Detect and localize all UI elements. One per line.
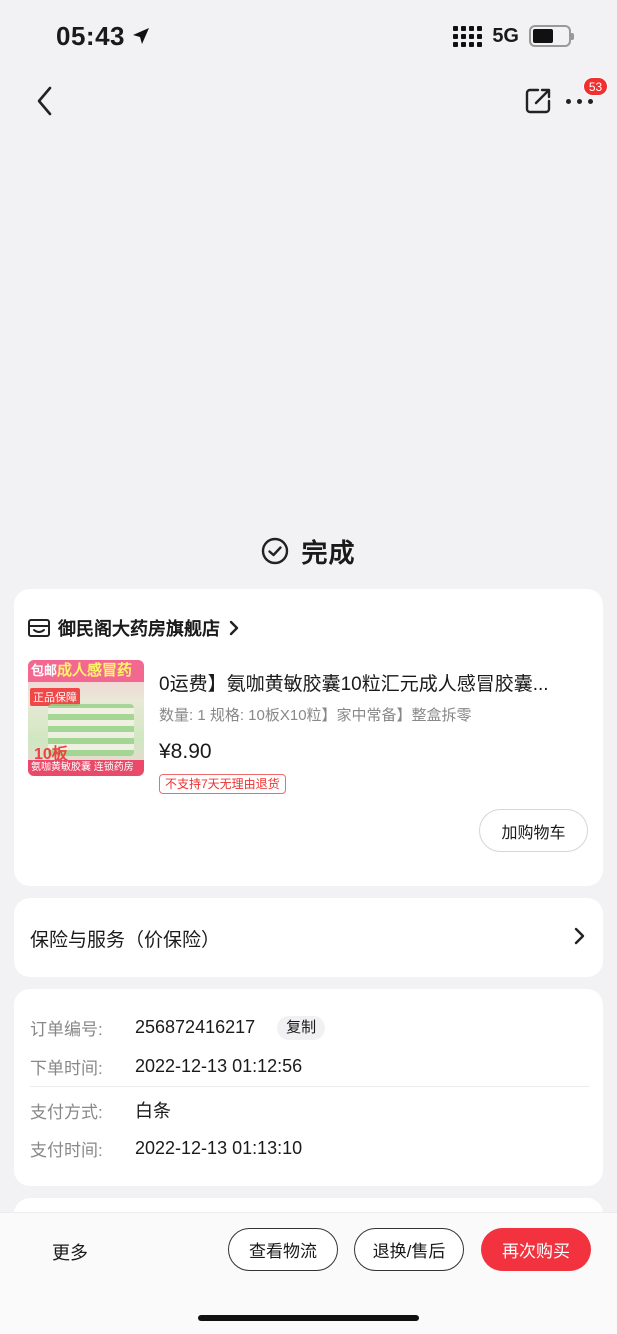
more-dots-icon — [566, 98, 571, 104]
return-policy-tag: 不支持7天无理由退货 — [159, 774, 286, 794]
buy-again-button[interactable]: 再次购买 — [481, 1228, 591, 1271]
view-logistics-button[interactable]: 查看物流 — [228, 1228, 338, 1271]
bottom-action-bar: 更多 查看物流 退换/售后 再次购买 — [0, 1212, 617, 1334]
return-aftersale-button[interactable]: 退换/售后 — [354, 1228, 464, 1271]
chevron-right-icon — [229, 620, 239, 636]
order-time-value: 2022-12-13 01:12:56 — [135, 1056, 303, 1076]
product-title[interactable]: 0运费】氨咖黄敏胶囊10粒汇元成人感冒胶囊... — [159, 669, 589, 696]
home-indicator[interactable] — [198, 1315, 419, 1321]
payment-method-value: 白条 — [135, 1101, 171, 1121]
product-card: 御民阁大药房旗舰店 包邮成人感冒药 正品保障 10板 氨咖黄敏胶囊 连锁药房 0… — [14, 589, 603, 886]
thumb-top-banner: 包邮成人感冒药 — [28, 660, 144, 682]
divider — [30, 1086, 589, 1087]
battery-icon — [529, 25, 574, 47]
payment-time-key: 支付时间: — [30, 1141, 103, 1160]
order-number-key: 订单编号: — [30, 1020, 103, 1039]
insurance-row[interactable]: 保险与服务（价保险） — [14, 898, 603, 977]
insurance-label: 保险与服务（价保险） — [30, 930, 221, 951]
order-time-row: 下单时间: 2022-12-13 01:12:56 — [30, 1054, 302, 1079]
order-time-key: 下单时间: — [30, 1059, 103, 1078]
product-price: ¥8.90 — [159, 740, 212, 763]
copy-button[interactable]: 复制 — [277, 1015, 326, 1040]
order-number-value: 256872416217 — [135, 1017, 256, 1037]
back-button[interactable] — [34, 84, 62, 118]
share-icon — [525, 88, 551, 114]
add-to-cart-button[interactable]: 加购物车 — [479, 809, 588, 852]
network-type: 5G — [492, 24, 519, 47]
payment-method-row: 支付方式: 白条 — [30, 1097, 171, 1123]
product-image[interactable]: 包邮成人感冒药 正品保障 10板 氨咖黄敏胶囊 连锁药房 — [28, 660, 144, 776]
order-status-label: 完成 — [301, 537, 356, 568]
check-circle-icon — [262, 537, 289, 565]
more-button[interactable]: 更多 — [52, 1239, 88, 1265]
nav-bar: 53 — [0, 72, 617, 130]
shop-link[interactable]: 御民阁大药房旗舰店 — [28, 615, 240, 641]
payment-time-value: 2022-12-13 01:13:10 — [135, 1138, 303, 1158]
status-time: 05:43 — [56, 21, 151, 52]
chevron-left-icon — [37, 86, 52, 116]
order-info-card: 订单编号: 256872416217 复制 下单时间: 2022-12-13 0… — [14, 989, 603, 1186]
message-badge: 53 — [583, 77, 608, 96]
payment-method-key: 支付方式: — [30, 1102, 103, 1122]
thumb-bottom-banner: 氨咖黄敏胶囊 连锁药房 — [28, 760, 144, 776]
order-number-row: 订单编号: 256872416217 复制 — [30, 1015, 326, 1040]
chevron-right-icon — [574, 927, 585, 945]
clock-text: 05:43 — [56, 20, 125, 51]
store-icon — [28, 619, 50, 637]
product-spec: 数量: 1 规格: 10板X10粒】家中常备】整盒拆零 — [159, 707, 472, 724]
more-menu-button[interactable] — [566, 94, 598, 108]
status-bar: 05:43 5G — [0, 0, 617, 72]
payment-time-row: 支付时间: 2022-12-13 01:13:10 — [30, 1136, 302, 1161]
location-arrow-icon — [133, 28, 149, 44]
order-status: 完成 — [0, 530, 617, 572]
shop-name: 御民阁大药房旗舰店 — [58, 619, 220, 639]
share-button[interactable] — [524, 87, 552, 115]
cellular-signal-icon — [453, 25, 483, 47]
